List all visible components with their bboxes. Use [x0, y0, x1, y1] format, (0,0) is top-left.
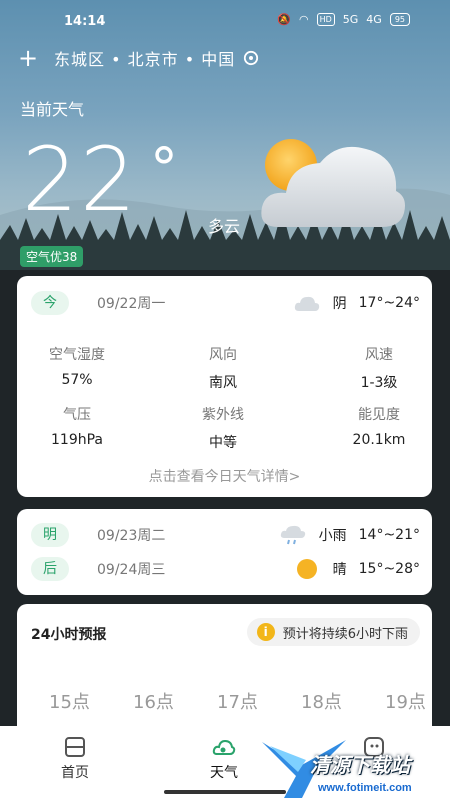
today-range: 17°~24°: [358, 295, 420, 311]
nav-weather[interactable]: 天气: [184, 736, 264, 782]
signal-icon: 5G: [342, 13, 359, 26]
aqi-badge[interactable]: 空气优38: [20, 246, 84, 267]
info-icon: i: [256, 623, 275, 641]
today-card[interactable]: 今 09/22周一 阴 17°~24° 空气湿度 57% 风向 南风 风速 1-…: [17, 276, 432, 497]
cloud-icon: [294, 296, 319, 311]
wind-speed-label: 风速: [365, 347, 393, 363]
degree-symbol: °: [150, 137, 178, 202]
tomorrow-range: 14°~21°: [358, 527, 420, 543]
location-row: + 东城区 • 北京市 • 中国: [18, 46, 259, 70]
rain-tip-text: 预计将持续6小时下雨: [282, 626, 408, 642]
mute-icon: 🔕: [277, 13, 291, 26]
day-after-range: 15°~28°: [358, 561, 420, 577]
watermark-text: 清源下载站: [310, 753, 410, 777]
pressure-label: 气压: [63, 407, 91, 423]
hourly-card: 24小时预报 i 预计将持续6小时下雨 15点 16点 17点 18点 19点: [17, 604, 432, 744]
hour-label: 15点: [49, 692, 90, 712]
light-rain-icon: [280, 525, 305, 545]
current-weather-label: 当前天气: [20, 100, 85, 119]
rain-tip[interactable]: i 预计将持续6小时下雨: [246, 618, 420, 646]
humidity-label: 空气湿度: [49, 347, 105, 363]
humidity-value: 57%: [61, 372, 93, 388]
day-after-pill: 后: [31, 557, 69, 581]
forecast-card: 明 09/23周二 小雨 14°~21° 后 09/24周三 晴 15°~28°: [17, 509, 432, 595]
battery-icon: 95: [389, 13, 410, 26]
home-indicator: [164, 790, 286, 794]
wifi-icon: ◠: [298, 13, 309, 26]
location-pin-icon[interactable]: [243, 50, 259, 66]
wind-dir-value: 南风: [209, 375, 237, 391]
wind-dir-cell: 风向 南风: [163, 344, 283, 392]
day-after-date: 09/24周三: [97, 562, 166, 578]
location-text[interactable]: 东城区 • 北京市 • 中国: [54, 46, 235, 70]
weather-icon: [212, 739, 236, 755]
nav-home[interactable]: 首页: [35, 736, 115, 782]
tomorrow-row[interactable]: 明 09/23周二 小雨 14°~21°: [17, 520, 432, 550]
home-icon: [65, 737, 85, 757]
current-condition: 多云: [208, 217, 241, 236]
tomorrow-date: 09/23周二: [97, 528, 166, 544]
status-bar: 14:14 🔕 ◠ HD 5G 4G 95: [0, 0, 450, 44]
humidity-cell: 空气湿度 57%: [17, 344, 137, 388]
nav-home-label: 首页: [61, 765, 89, 781]
watermark-url: www.fotimeit.com: [318, 782, 412, 794]
current-temperature: 22: [22, 128, 138, 231]
day-after-row[interactable]: 后 09/24周三 晴 15°~28°: [17, 554, 432, 584]
today-weather: 阴: [332, 296, 347, 312]
hour-label: 18点: [301, 692, 342, 712]
today-row: 今 09/22周一 阴 17°~24°: [17, 288, 432, 318]
pressure-cell: 气压 119hPa: [17, 404, 137, 448]
hour-label: 17点: [217, 692, 258, 712]
visibility-label: 能见度: [358, 407, 400, 423]
nav-weather-label: 天气: [210, 765, 238, 781]
today-detail-link[interactable]: 点击查看今日天气详情>: [17, 466, 432, 486]
partly-cloudy-icon: [261, 139, 405, 227]
visibility-cell: 能见度 20.1km: [319, 404, 439, 448]
today-pill: 今: [31, 291, 69, 315]
today-date: 09/22周一: [97, 296, 166, 312]
day-after-weather: 晴: [332, 562, 347, 578]
hour-label: 19点: [385, 692, 426, 712]
sun-icon: [296, 559, 317, 579]
signal-icon-2: 4G: [366, 13, 382, 26]
wind-speed-value: 1-3级: [360, 375, 398, 391]
wind-dir-label: 风向: [209, 347, 237, 363]
plus-icon[interactable]: +: [18, 46, 44, 70]
visibility-value: 20.1km: [352, 432, 406, 448]
tomorrow-weather: 小雨: [318, 528, 347, 544]
hourly-title: 24小时预报: [31, 627, 107, 643]
uv-label: 紫外线: [202, 407, 244, 423]
hour-label: 16点: [133, 692, 174, 712]
status-time: 14:14: [64, 14, 106, 29]
hd-badge: HD: [316, 13, 335, 26]
hourly-scroll[interactable]: 15点 16点 17点 18点 19点: [17, 688, 432, 712]
wind-speed-cell: 风速 1-3级: [319, 344, 439, 392]
status-icons: 🔕 ◠ HD 5G 4G 95: [277, 13, 410, 26]
uv-cell: 紫外线 中等: [163, 404, 283, 452]
pressure-value: 119hPa: [51, 432, 103, 448]
tomorrow-pill: 明: [31, 523, 69, 547]
uv-value: 中等: [209, 435, 237, 451]
